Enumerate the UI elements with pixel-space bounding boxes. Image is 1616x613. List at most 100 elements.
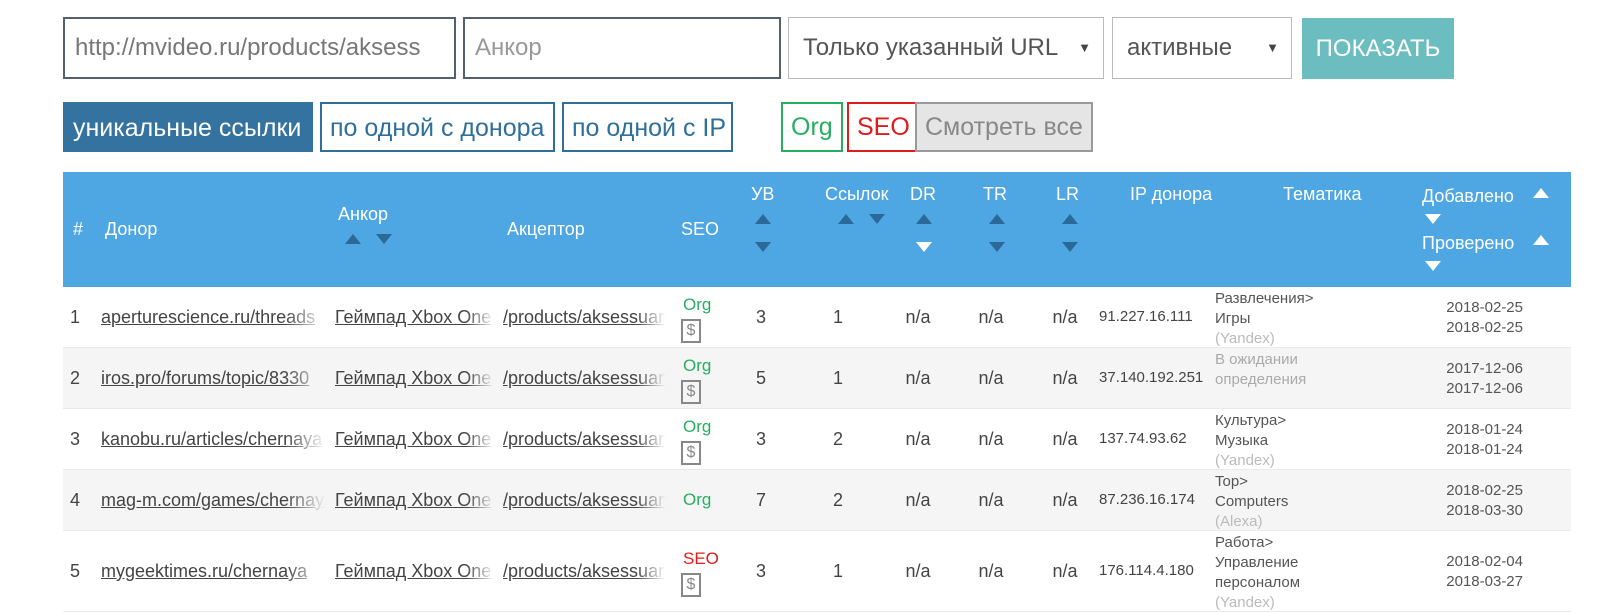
anchor-link[interactable]: Геймпад Xbox One [335, 429, 495, 450]
col-links-header: Ссылок [825, 184, 889, 204]
link-type-label: SEO [683, 549, 719, 568]
topic-cell: Развлечения> Игры (Yandex) [1215, 289, 1385, 349]
topic-source: (Yandex) [1215, 594, 1275, 611]
sort-dr-desc-icon[interactable] [916, 242, 932, 252]
scope-select[interactable]: Только указанный URL ▼ [788, 17, 1104, 79]
donor-link[interactable]: iros.pro/forums/topic/8330 [101, 368, 326, 389]
added-date: 2018-02-25 [1446, 299, 1523, 316]
anchor-link[interactable]: Геймпад Xbox One [335, 561, 495, 582]
seo-filter-toggle[interactable]: SEO [847, 102, 920, 152]
row-number: 5 [70, 561, 81, 581]
acceptor-link[interactable]: /products/aksessuary [503, 307, 666, 328]
lr-value: n/a [1052, 307, 1078, 327]
sort-anchor-asc-icon[interactable] [345, 234, 361, 244]
table-row: 5 mygeektimes.ru/chernaya Геймпад Xbox One… [63, 531, 1571, 612]
view-all-button[interactable]: Смотреть все [915, 102, 1093, 152]
acceptor-link[interactable]: /products/aksessuary [503, 368, 666, 389]
sort-lr-desc-icon[interactable] [1062, 242, 1078, 252]
tr-value: n/a [978, 561, 1004, 581]
status-select[interactable]: активные ▼ [1112, 17, 1292, 79]
sort-links-desc-icon[interactable] [869, 214, 885, 224]
link-type-label: Org [683, 295, 712, 314]
lr-value: n/a [1052, 490, 1078, 510]
donor-link[interactable]: kanobu.ru/articles/chernaya [101, 429, 326, 450]
topic-cell: В ожидании определения [1215, 350, 1385, 390]
sort-links-asc-icon[interactable] [838, 214, 854, 224]
sort-checked-desc-icon[interactable] [1425, 261, 1441, 271]
paid-dollar-icon: $ [681, 441, 701, 465]
donor-link[interactable]: mag-m.com/games/chernaya [101, 490, 326, 511]
link-type-label: Org [683, 356, 712, 375]
uv-value: 3 [755, 307, 766, 327]
url-input[interactable]: http://mvideo.ru/products/aksess [63, 17, 456, 79]
anchor-link[interactable]: Геймпад Xbox One [335, 368, 495, 389]
link-type-label: Org [683, 490, 712, 509]
sort-lr-asc-icon[interactable] [1062, 214, 1078, 224]
topic-line: Computers [1215, 493, 1289, 510]
topic-line: Top> [1215, 473, 1248, 490]
topic-source: (Alexa) [1215, 513, 1263, 530]
anchor-link[interactable]: Геймпад Xbox One [335, 307, 495, 328]
link-type-label: Org [683, 417, 712, 436]
topic-line: Культура> [1215, 412, 1287, 429]
sort-checked-asc-icon[interactable] [1533, 235, 1549, 245]
row-number: 3 [70, 429, 81, 449]
tab-per-ip[interactable]: по одной с IP [562, 102, 733, 152]
tr-value: n/a [978, 490, 1004, 510]
topic-cell: Работа> Управление персоналом (Yandex) [1215, 533, 1385, 613]
sort-added-desc-icon[interactable] [1425, 214, 1441, 224]
uv-value: 5 [755, 368, 766, 388]
added-date: 2018-01-24 [1446, 421, 1523, 438]
anchor-link[interactable]: Геймпад Xbox One [335, 490, 495, 511]
ip-value: 91.227.16.111 [1099, 308, 1193, 325]
col-acceptor-header: Акцептор [507, 219, 585, 239]
dr-value: n/a [905, 561, 931, 581]
date-cell: 2017-12-06 2017-12-06 [1443, 359, 1523, 399]
col-added-header: Добавлено [1422, 186, 1514, 206]
tab-per-donor[interactable]: по одной с донора [320, 102, 555, 152]
col-uv-header: УВ [751, 184, 775, 204]
donor-link[interactable]: mygeektimes.ru/chernaya [101, 561, 326, 582]
col-donor-header: Донор [105, 219, 158, 239]
topic-source: (Yandex) [1215, 452, 1275, 469]
col-lr-header: LR [1056, 184, 1080, 204]
uv-value: 7 [755, 490, 766, 510]
sort-uv-asc-icon[interactable] [755, 214, 771, 224]
added-date: 2018-02-25 [1446, 482, 1523, 499]
lr-value: n/a [1052, 368, 1078, 388]
anchor-input[interactable]: Анкор [463, 17, 781, 79]
lr-value: n/a [1052, 561, 1078, 581]
sort-tr-desc-icon[interactable] [989, 242, 1005, 252]
links-value: 2 [832, 490, 843, 510]
checked-date: 2018-03-30 [1446, 502, 1523, 519]
table-row: 1 aperturescience.ru/threads Геймпад Xbox … [63, 287, 1571, 348]
sort-dr-asc-icon[interactable] [916, 214, 932, 224]
sort-tr-asc-icon[interactable] [989, 214, 1005, 224]
table-row: 3 kanobu.ru/articles/chernaya Геймпад Xbox… [63, 409, 1571, 470]
scope-select-value: Только указанный URL [803, 34, 1059, 61]
sort-anchor-desc-icon[interactable] [376, 234, 392, 244]
show-button[interactable]: ПОКАЗАТЬ [1302, 18, 1454, 79]
checked-date: 2017-12-06 [1446, 380, 1523, 397]
org-filter-toggle[interactable]: Org [781, 102, 843, 152]
acceptor-link[interactable]: /products/aksessuary [503, 490, 666, 511]
checked-date: 2018-02-25 [1446, 319, 1523, 336]
ip-value: 87.236.16.174 [1099, 491, 1195, 508]
uv-value: 3 [755, 561, 766, 581]
col-dr-header: DR [910, 184, 936, 204]
chevron-down-icon: ▼ [1266, 40, 1279, 55]
sort-added-asc-icon[interactable] [1533, 188, 1549, 198]
ip-value: 137.74.93.62 [1099, 430, 1187, 447]
sort-uv-desc-icon[interactable] [755, 242, 771, 252]
tab-unique-links[interactable]: уникальные ссылки [63, 102, 313, 152]
acceptor-link[interactable]: /products/aksessuary [503, 429, 666, 450]
donor-link[interactable]: aperturescience.ru/threads [101, 307, 326, 328]
row-number: 1 [70, 307, 81, 327]
dr-value: n/a [905, 490, 931, 510]
links-value: 2 [832, 429, 843, 449]
acceptor-link[interactable]: /products/aksessuary [503, 561, 666, 582]
topic-line: Развлечения> [1215, 290, 1314, 307]
table-row: 2 iros.pro/forums/topic/8330 Геймпад Xbox … [63, 348, 1571, 409]
added-date: 2017-12-06 [1446, 360, 1523, 377]
dr-value: n/a [905, 429, 931, 449]
